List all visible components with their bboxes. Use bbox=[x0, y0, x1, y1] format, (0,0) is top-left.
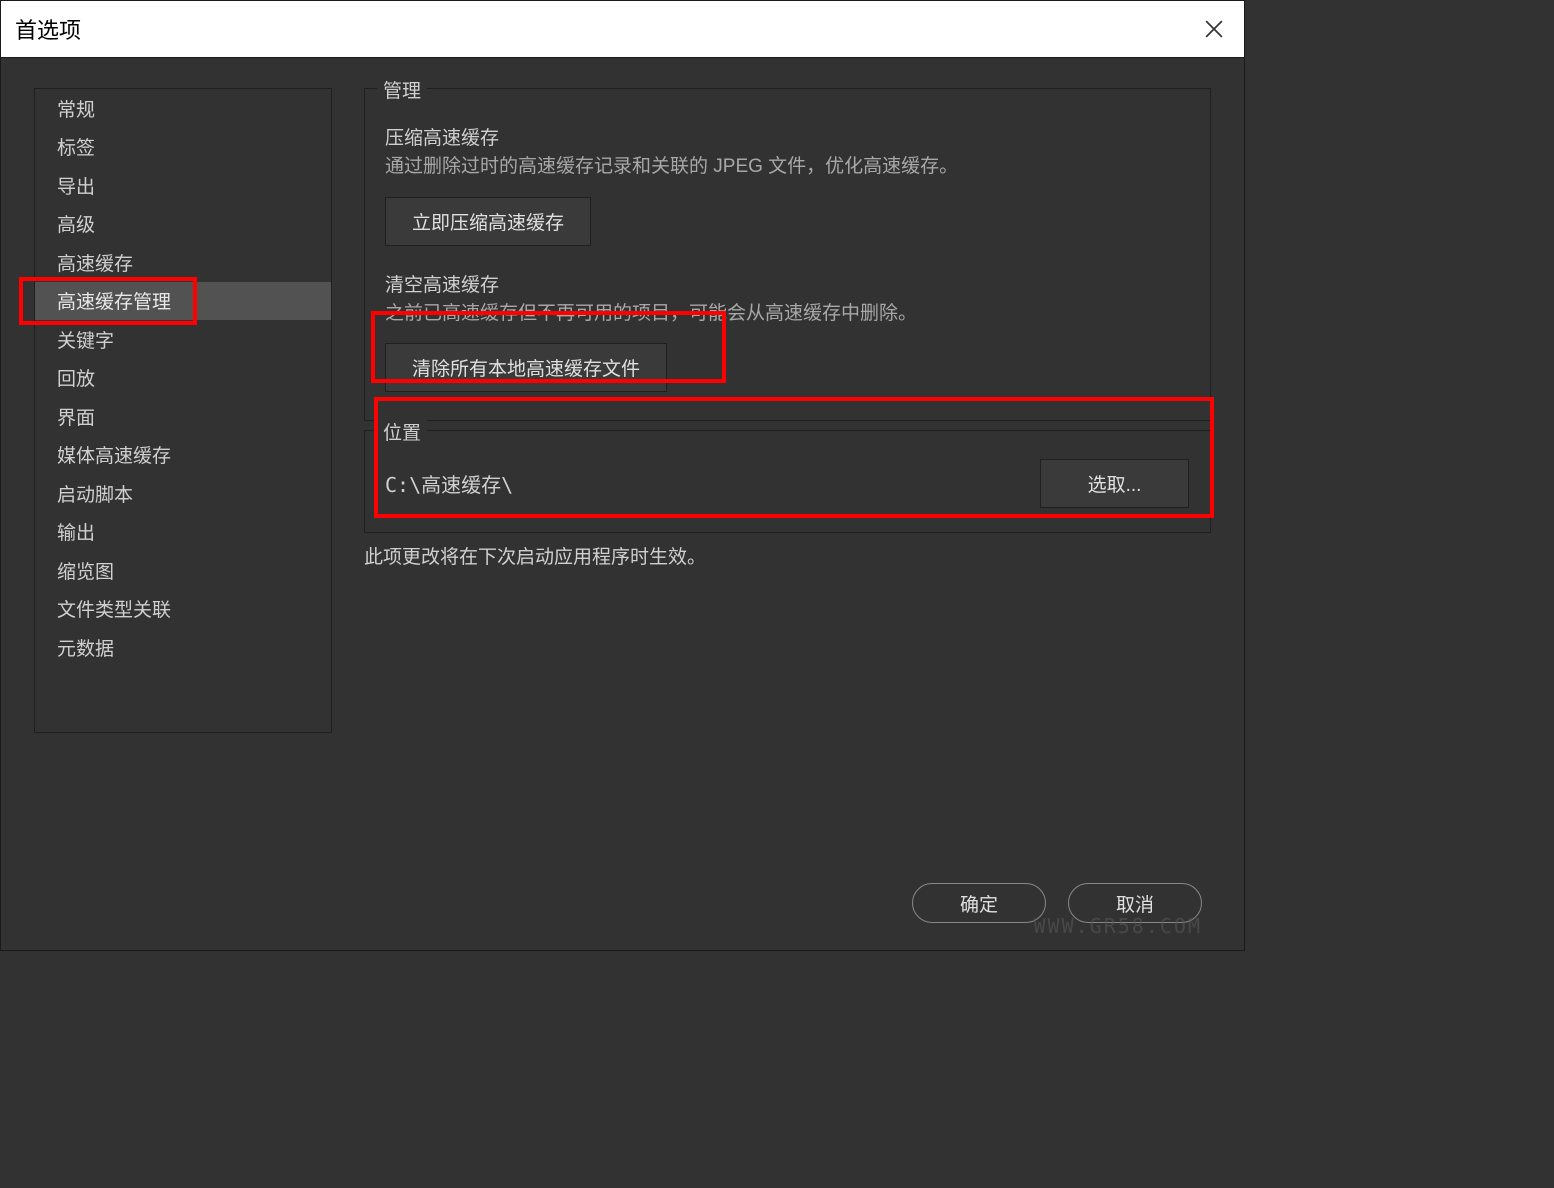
clear-cache-button[interactable]: 清除所有本地高速缓存文件 bbox=[385, 343, 667, 392]
close-icon bbox=[1205, 20, 1223, 38]
sidebar: 常规 标签 导出 高级 高速缓存 高速缓存管理 关键字 回放 界面 媒体高速缓存… bbox=[34, 88, 332, 733]
sidebar-item-advanced[interactable]: 高级 bbox=[35, 205, 331, 244]
clear-desc: 之前已高速缓存但不再可用的项目，可能会从高速缓存中删除。 bbox=[385, 301, 1190, 328]
sidebar-item-label: 高速缓存管理 bbox=[57, 287, 171, 314]
location-fieldset: 位置 C:\高速缓存\ 选取... bbox=[364, 430, 1211, 533]
location-path: C:\高速缓存\ bbox=[385, 469, 513, 498]
sidebar-item-export[interactable]: 导出 bbox=[35, 166, 331, 205]
close-button[interactable] bbox=[1198, 13, 1230, 45]
compress-desc: 通过删除过时的高速缓存记录和关联的 JPEG 文件，优化高速缓存。 bbox=[385, 154, 1190, 181]
sidebar-item-label: 界面 bbox=[57, 403, 95, 430]
location-hint: 此项更改将在下次启动应用程序时生效。 bbox=[364, 542, 1211, 569]
sidebar-item-output[interactable]: 输出 bbox=[35, 513, 331, 552]
sidebar-item-label: 媒体高速缓存 bbox=[57, 441, 171, 468]
sidebar-item-cache-management[interactable]: 高速缓存管理 bbox=[35, 282, 331, 321]
sidebar-item-interface[interactable]: 界面 bbox=[35, 397, 331, 436]
sidebar-item-label: 文件类型关联 bbox=[57, 595, 171, 622]
sidebar-item-label: 输出 bbox=[57, 518, 95, 545]
sidebar-item-playback[interactable]: 回放 bbox=[35, 359, 331, 398]
sidebar-item-label: 关键字 bbox=[57, 326, 114, 353]
window-title: 首选项 bbox=[15, 13, 81, 45]
choose-location-button[interactable]: 选取... bbox=[1040, 459, 1189, 508]
main-panel: 管理 压缩高速缓存 通过删除过时的高速缓存记录和关联的 JPEG 文件，优化高速… bbox=[364, 88, 1211, 733]
sidebar-item-metadata[interactable]: 元数据 bbox=[35, 628, 331, 667]
sidebar-item-keywords[interactable]: 关键字 bbox=[35, 320, 331, 359]
sidebar-item-label: 元数据 bbox=[57, 634, 114, 661]
compress-cache-button[interactable]: 立即压缩高速缓存 bbox=[385, 197, 591, 246]
sidebar-item-thumbnails[interactable]: 缩览图 bbox=[35, 551, 331, 590]
sidebar-item-file-type-assoc[interactable]: 文件类型关联 bbox=[35, 590, 331, 629]
sidebar-item-label: 标签 bbox=[57, 133, 95, 160]
sidebar-item-label: 高速缓存 bbox=[57, 249, 133, 276]
watermark: WWW.GR58.COM bbox=[1034, 914, 1203, 938]
compress-title: 压缩高速缓存 bbox=[385, 123, 1190, 150]
content: 常规 标签 导出 高级 高速缓存 高速缓存管理 关键字 回放 界面 媒体高速缓存… bbox=[1, 58, 1244, 733]
sidebar-item-label: 导出 bbox=[57, 172, 95, 199]
sidebar-item-label: 常规 bbox=[57, 95, 95, 122]
sidebar-item-label: 缩览图 bbox=[57, 557, 114, 584]
sidebar-item-label: 回放 bbox=[57, 364, 95, 391]
titlebar: 首选项 bbox=[1, 1, 1244, 58]
manage-fieldset: 管理 压缩高速缓存 通过删除过时的高速缓存记录和关联的 JPEG 文件，优化高速… bbox=[364, 88, 1211, 421]
manage-legend: 管理 bbox=[377, 76, 427, 103]
sidebar-item-startup-scripts[interactable]: 启动脚本 bbox=[35, 474, 331, 513]
ok-button[interactable]: 确定 bbox=[912, 883, 1046, 923]
sidebar-item-labels[interactable]: 标签 bbox=[35, 128, 331, 167]
sidebar-item-media-cache[interactable]: 媒体高速缓存 bbox=[35, 436, 331, 475]
sidebar-item-label: 启动脚本 bbox=[57, 480, 133, 507]
sidebar-item-label: 高级 bbox=[57, 210, 95, 237]
sidebar-item-general[interactable]: 常规 bbox=[35, 89, 331, 128]
clear-title: 清空高速缓存 bbox=[385, 270, 1190, 297]
sidebar-item-cache[interactable]: 高速缓存 bbox=[35, 243, 331, 282]
location-legend: 位置 bbox=[377, 418, 427, 445]
